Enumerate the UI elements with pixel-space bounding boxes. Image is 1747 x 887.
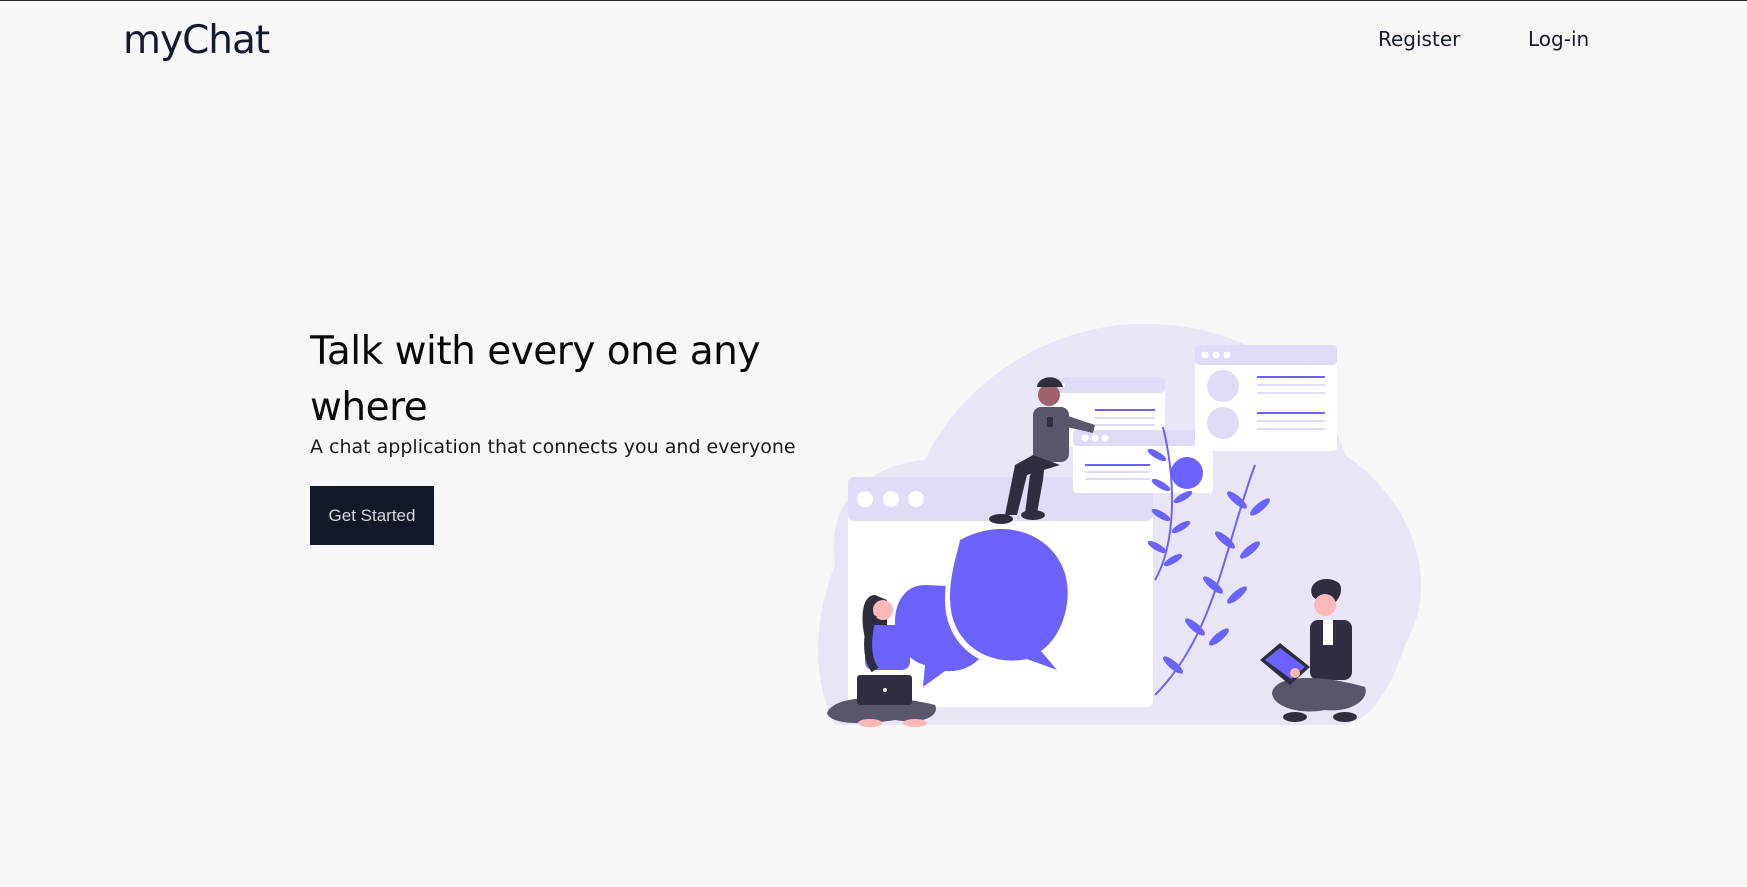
hero-subtitle: A chat application that connects you and…	[310, 436, 796, 458]
contacts-window	[1195, 345, 1337, 451]
hero-title: Talk with every one any where	[310, 329, 760, 430]
brand-logo[interactable]: myChat	[123, 18, 270, 63]
login-link[interactable]: Log-in	[1528, 27, 1589, 51]
profile-window	[1073, 430, 1213, 493]
hero-section: Talk with every one any where A chat app…	[310, 324, 820, 458]
navbar: myChat Register Log-in	[0, 0, 1747, 80]
chat-people-illustration	[818, 323, 1422, 727]
register-link[interactable]: Register	[1378, 27, 1460, 51]
get-started-button[interactable]: Get Started	[310, 486, 434, 545]
